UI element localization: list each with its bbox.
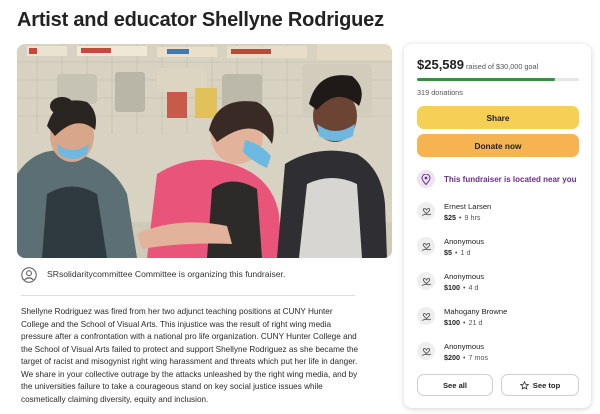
donor-name: Anonymous <box>444 272 485 281</box>
donor-item: Anonymous $200 • 7 mos <box>417 341 488 363</box>
donor-name: Mahogany Browne <box>444 307 508 316</box>
donor-time: 21 d <box>468 318 483 327</box>
donor-name: Anonymous <box>444 237 485 246</box>
page-title: Artist and educator Shellyne Rodriguez <box>17 9 384 31</box>
person-icon <box>21 267 37 283</box>
donor-amount: $100 <box>444 318 460 327</box>
amount-raised-row: $25,589 raised of $30,000 goal <box>417 57 538 72</box>
star-icon <box>519 380 529 390</box>
heart-hand-icon <box>417 307 435 325</box>
story-text: Shellyne Rodriguez was fired from her tw… <box>21 307 359 404</box>
donor-amount: $100 <box>444 283 460 292</box>
donor-time: 4 d <box>468 283 479 292</box>
donate-button[interactable]: Donate now <box>417 134 579 157</box>
see-all-button[interactable]: See all <box>417 374 493 396</box>
see-all-label: See all <box>442 380 468 390</box>
donor-time: 9 hrs <box>464 213 481 222</box>
donor-item: Anonymous $100 • 4 d <box>417 271 484 293</box>
heart-hand-icon <box>417 237 435 255</box>
heart-hand-icon <box>417 272 435 290</box>
donor-name: Anonymous <box>444 342 485 351</box>
progress-bar <box>417 78 579 81</box>
location-pin-icon <box>417 170 435 188</box>
donor-name: Ernest Larsen <box>444 202 492 211</box>
donation-count: 319 donations <box>417 88 463 97</box>
donation-card: $25,589 raised of $30,000 goal 319 donati… <box>404 44 591 408</box>
see-top-label: See top <box>532 380 561 390</box>
donor-time: 7 mos <box>468 353 489 362</box>
organizer-text: SRsolidaritycommittee Committee is organ… <box>47 269 286 279</box>
near-you-text: This fundraiser is located near you <box>444 174 577 184</box>
amount-raised: $25,589 <box>417 57 464 72</box>
see-top-button[interactable]: See top <box>501 374 579 396</box>
organizer-row: SRsolidaritycommittee Committee is organ… <box>21 266 355 296</box>
donor-amount: $200 <box>444 353 460 362</box>
donor-time: 1 d <box>460 248 471 257</box>
donor-amount: $5 <box>444 248 452 257</box>
share-button[interactable]: Share <box>417 106 579 129</box>
heart-hand-icon <box>417 202 435 220</box>
progress-fill <box>417 78 556 81</box>
donor-item: Ernest Larsen $25 • 9 hrs <box>417 201 491 223</box>
donor-amount: $25 <box>444 213 456 222</box>
heart-hand-icon <box>417 342 435 360</box>
donor-item: Mahogany Browne $100 • 21 d <box>417 306 507 328</box>
donor-item: Anonymous $5 • 1 d <box>417 236 484 258</box>
near-you-notice: This fundraiser is located near you <box>417 170 576 188</box>
goal-text: raised of $30,000 goal <box>466 62 539 71</box>
hero-image <box>17 44 392 258</box>
